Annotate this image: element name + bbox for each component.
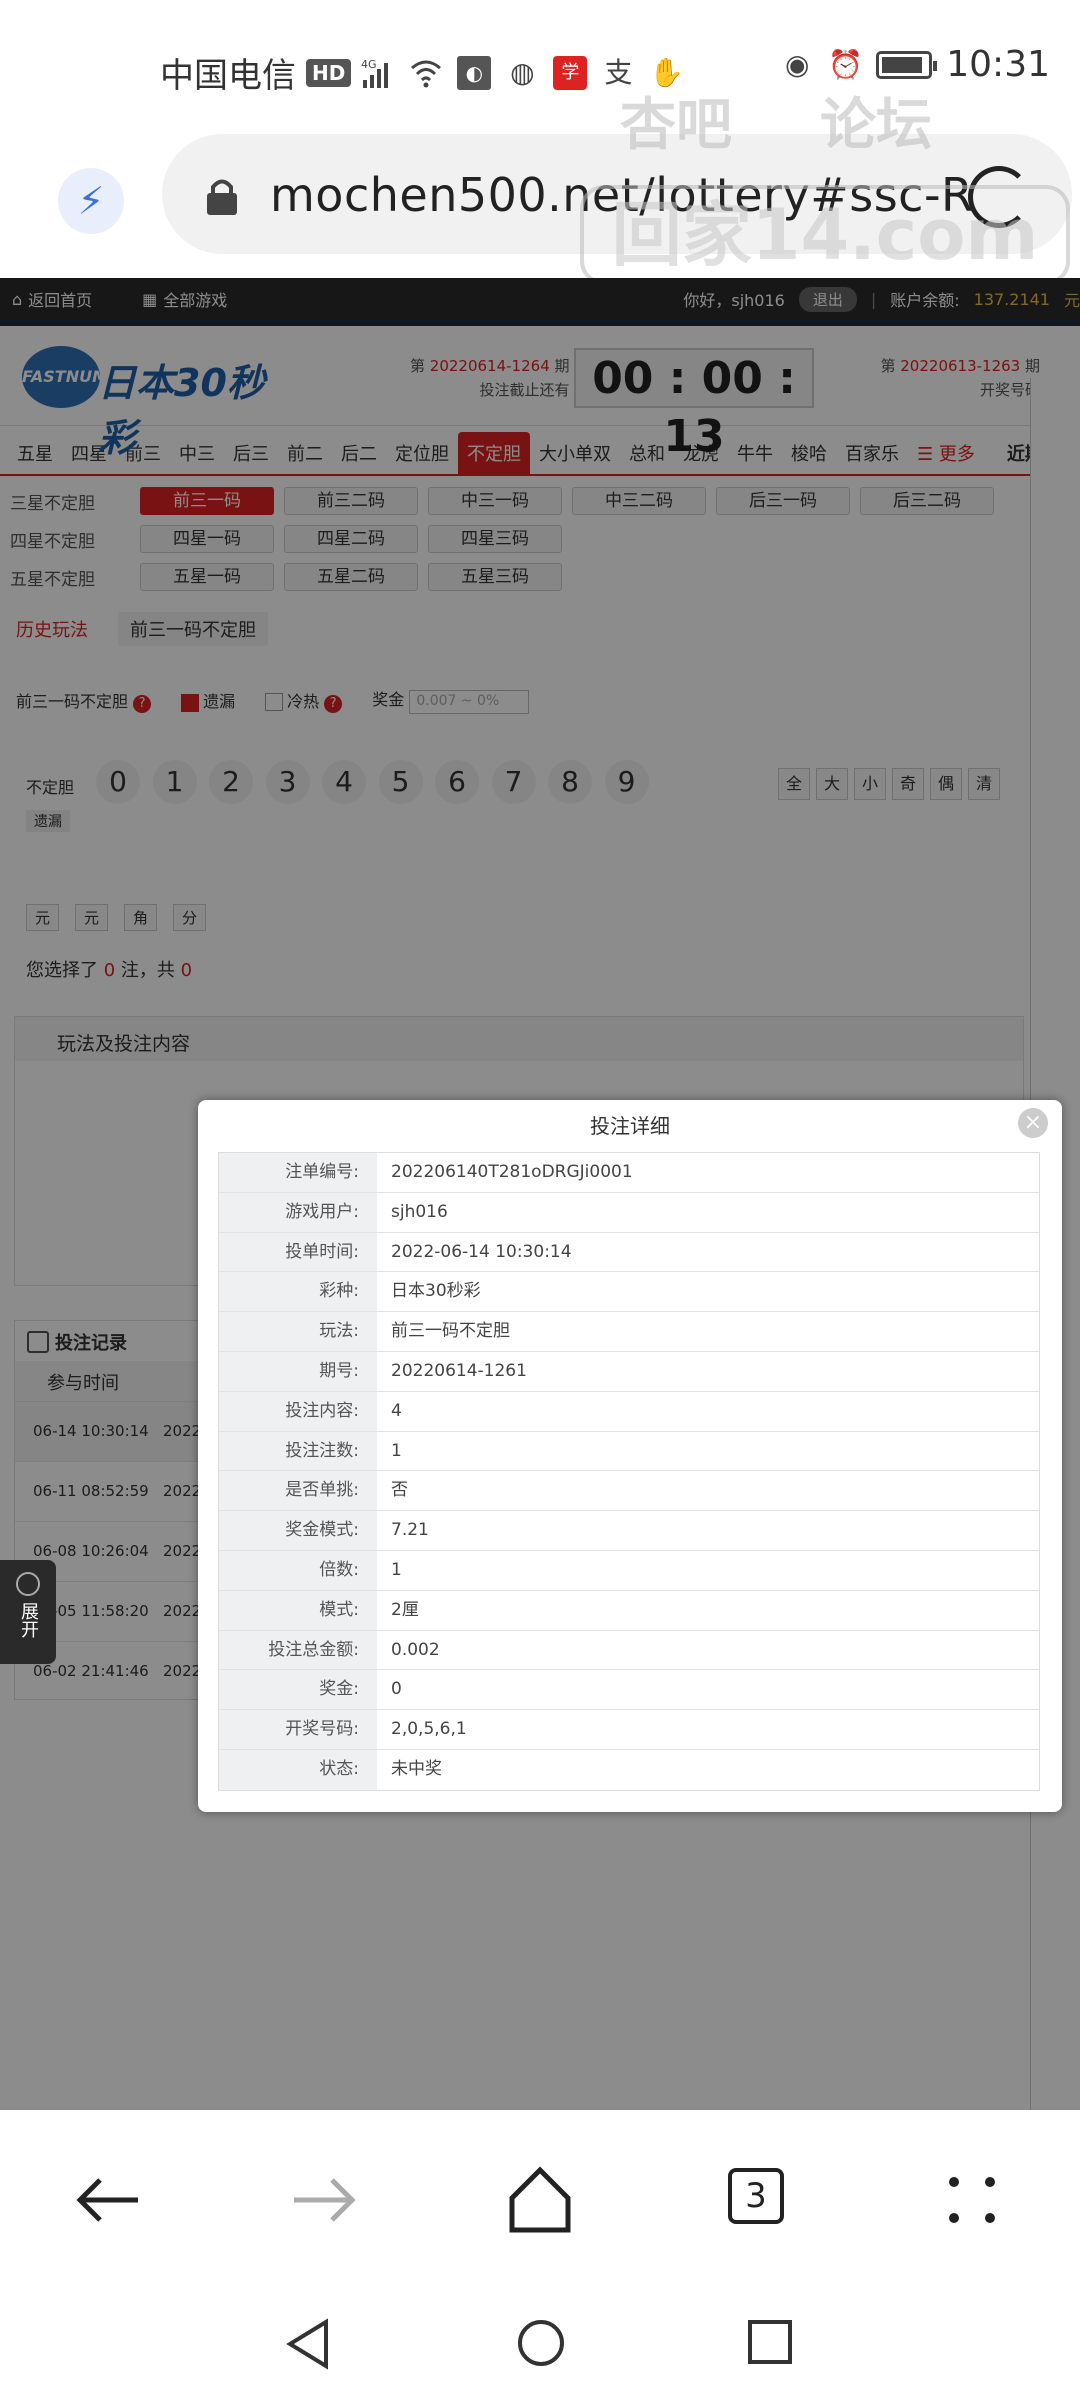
expand-label: 展开 [18,1602,39,1638]
detail-value: 202206140T281oDRGJi0001 [391,1162,633,1182]
wifi-icon [409,56,443,90]
status-right: ◉ ⏰ 10:31 [780,44,1050,85]
web-page: ⌂ 返回首页 ▦ 全部游戏 你好，sjh016 退出 | 账户余额: 137.214… [0,278,1080,2110]
detail-value: 否 [391,1480,408,1501]
hd-badge: HD [306,58,352,87]
detail-row: 模式: 2厘 [219,1590,1039,1631]
detail-key: 是否单挑: [219,1471,377,1511]
detail-row: 倍数: 1 [219,1550,1039,1591]
detail-value: 4 [391,1400,402,1421]
detail-value: 20220614-1261 [391,1360,527,1381]
detail-row: 投单时间: 2022-06-14 10:30:14 [219,1232,1039,1273]
expand-icon [16,1572,40,1596]
detail-key: 模式: [219,1590,377,1630]
detail-value: 2厘 [391,1599,419,1620]
headphone-icon: ◐ [457,55,492,90]
detail-value: 1 [391,1559,402,1580]
detail-row: 是否单挑: 否 [219,1471,1039,1512]
tab-switcher-button[interactable]: 3 [728,2168,784,2224]
detail-value: 0 [391,1679,402,1700]
detail-key: 投单时间: [219,1232,377,1272]
detail-row: 注单编号: 202206140T281oDRGJi0001 [219,1153,1039,1193]
forward-arrow-icon[interactable] [284,2160,364,2240]
detail-table: 注单编号: 202206140T281oDRGJi0001 游戏用户: sjh016 投… [218,1152,1040,1791]
detail-value: 2,0,5,6,1 [391,1719,467,1740]
carrier-label: 中国电信 [160,56,296,96]
hand-icon: ✋ [649,55,685,89]
url-text[interactable]: mochen500.net/lottery#ssc-R [270,168,974,222]
reload-icon[interactable] [968,166,1030,228]
lightning-icon[interactable]: ⚡ [58,168,124,234]
detail-key: 投注注数: [219,1431,377,1471]
network-type-label: 4G [361,58,377,71]
detail-key: 投注总金额: [219,1630,377,1670]
back-arrow-icon[interactable] [68,2160,148,2240]
detail-value: 0.002 [391,1639,440,1660]
system-nav-bar [0,2288,1080,2400]
detail-key: 玩法: [219,1312,377,1351]
detail-row: 奖金: 0 [219,1670,1039,1711]
home-icon[interactable] [500,2160,580,2240]
browser-bottom-nav [0,2110,1080,2288]
expand-button[interactable]: 展开 [0,1560,56,1664]
detail-value: 未中奖 [391,1758,442,1779]
detail-row: 游戏用户: sjh016 [219,1192,1039,1233]
eye-icon: ◉ [785,47,810,81]
detail-value: 1 [391,1440,402,1461]
detail-key: 奖金模式: [219,1511,377,1550]
detail-key: 注单编号: [219,1153,377,1192]
detail-key: 倍数: [219,1550,377,1590]
detail-row: 投注总金额: 0.002 [219,1630,1039,1671]
system-home-icon[interactable] [516,2318,566,2368]
detail-row: 玩法: 前三一码不定胆 [219,1312,1039,1352]
lock-icon [207,179,237,215]
detail-key: 状态: [219,1749,377,1790]
detail-row: 状态: 未中奖 [219,1749,1039,1790]
detail-row: 期号: 20220614-1261 [219,1351,1039,1392]
detail-row: 投注注数: 1 [219,1431,1039,1472]
battery-icon [876,50,938,79]
bet-detail-modal: 投注详细 × 注单编号: 202206140T281oDRGJi0001 游戏用户:… [198,1100,1062,1812]
detail-value: 2022-06-14 10:30:14 [391,1241,572,1262]
detail-row: 投注内容: 4 [219,1391,1039,1432]
detail-value: sjh016 [391,1201,448,1222]
detail-key: 开奖号码: [219,1710,377,1749]
detail-row: 开奖号码: 2,0,5,6,1 [219,1710,1039,1750]
system-back-icon[interactable] [284,2318,332,2370]
detail-value: 日本30秒彩 [391,1281,481,1302]
detail-key: 奖金: [219,1670,377,1710]
status-bar: 中国电信 HD 4G ◐ ◍ 学 支 ✋ ◉ ⏰ 10:31 [0,0,1080,130]
detail-row: 奖金模式: 7.21 [219,1511,1039,1551]
status-left: 中国电信 HD 4G ◐ ◍ 学 支 ✋ [160,48,685,97]
detail-value: 前三一码不定胆 [391,1321,510,1342]
detail-key: 彩种: [219,1272,377,1312]
menu-dots-icon[interactable] [932,2160,1012,2240]
close-icon[interactable]: × [1018,1108,1048,1138]
signal-icon: 4G [361,56,395,90]
study-app-icon: 学 [553,55,588,90]
system-recents-icon[interactable] [746,2318,794,2366]
app-icon: ◍ [510,55,535,89]
detail-key: 游戏用户: [219,1192,377,1232]
detail-value: 7.21 [391,1520,429,1541]
detail-key: 投注内容: [219,1391,377,1431]
detail-key: 期号: [219,1351,377,1391]
clock: 10:31 [946,44,1050,85]
alarm-icon: ⏰ [828,47,864,81]
alipay-icon: 支 [604,55,633,89]
modal-title: 投注详细 [590,1114,670,1138]
detail-row: 彩种: 日本30秒彩 [219,1272,1039,1313]
